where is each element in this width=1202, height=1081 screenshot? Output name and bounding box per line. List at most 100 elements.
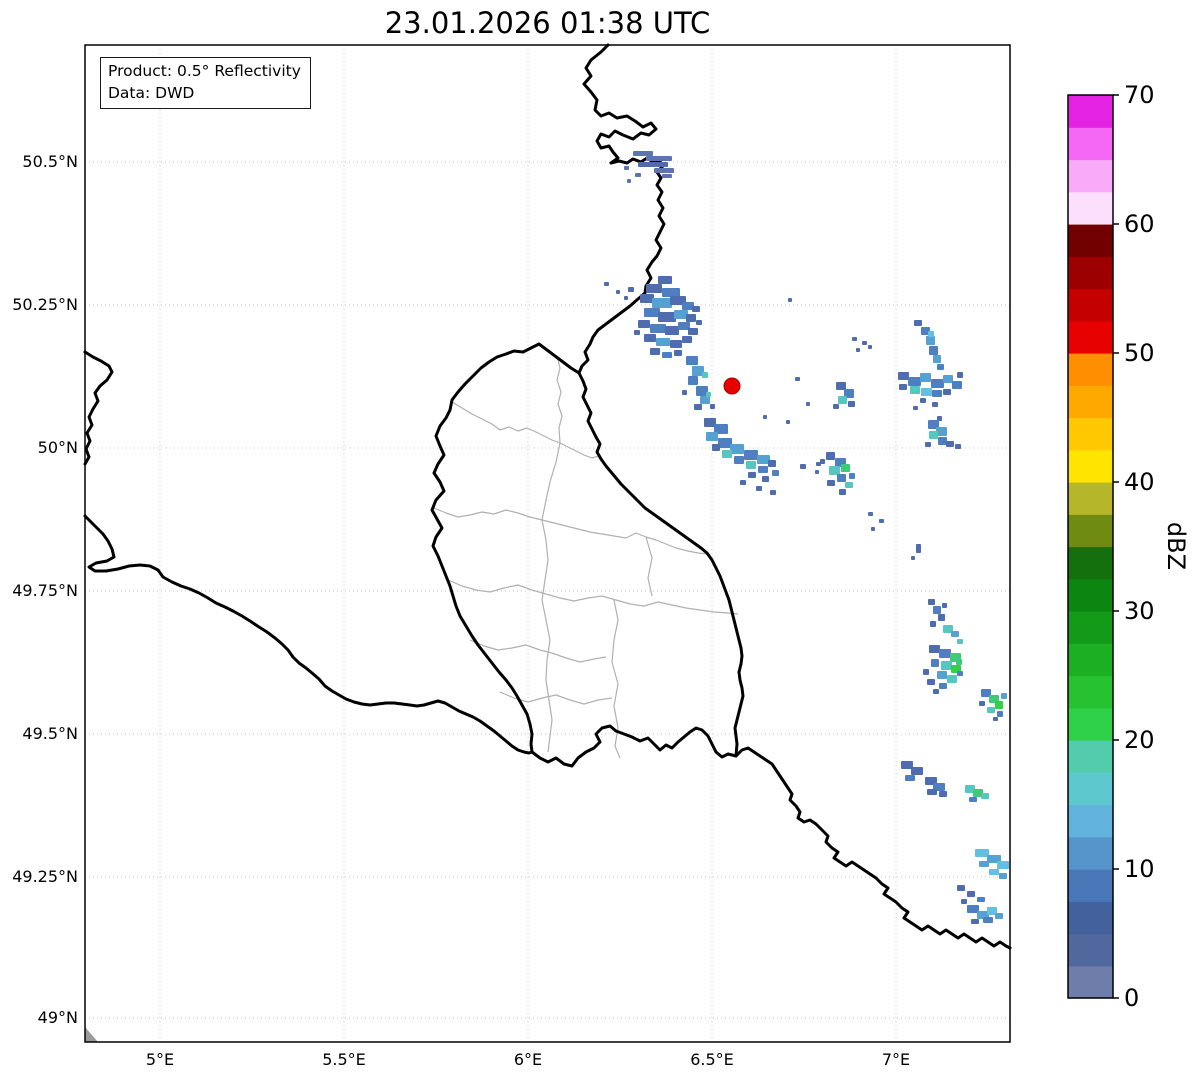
- colorbar-axis-label: dBZ: [1162, 521, 1190, 571]
- radar-echo-patch: [640, 294, 654, 303]
- x-tick-label: 7°E: [881, 1050, 911, 1069]
- radar-echo-patch: [989, 869, 999, 875]
- radar-echo-patch: [656, 338, 670, 346]
- radar-echo-patch: [628, 287, 634, 292]
- radar-echo-patch: [952, 381, 962, 389]
- radar-echo-patch: [914, 320, 922, 326]
- corner-land-patch: [85, 1027, 98, 1042]
- radar-echo-patch: [931, 659, 939, 667]
- radar-echo-patch: [856, 348, 860, 352]
- colorbar-segment: [1068, 869, 1113, 902]
- radar-echo-patch: [829, 466, 840, 475]
- radar-echo-patch: [995, 701, 1003, 709]
- radar-echo-patch: [933, 355, 941, 363]
- radar-echo-patch: [848, 401, 855, 407]
- radar-echo-patch: [718, 438, 732, 448]
- region-border-line: [551, 652, 607, 663]
- colorbar-segment: [1068, 191, 1113, 225]
- x-tick-label: 6.5°E: [690, 1050, 734, 1069]
- colorbar-segment: [1068, 578, 1113, 612]
- radar-echo-patch: [638, 162, 668, 167]
- radar-echo-patch: [662, 352, 672, 358]
- radar-echo-patch: [700, 396, 710, 404]
- radar-echo-patch: [937, 364, 944, 370]
- radar-echo-patch: [942, 603, 947, 608]
- colorbar-tick-label: 10: [1124, 855, 1155, 883]
- radar-echo-patch: [696, 320, 702, 325]
- region-border-line: [645, 536, 653, 597]
- colorbar-segment: [1068, 449, 1113, 483]
- radar-echo-patch: [983, 917, 993, 923]
- colorbar-segment: [1068, 546, 1113, 580]
- radar-echo-patch: [957, 671, 963, 676]
- country-border-line: [430, 342, 581, 754]
- radar-echo-patch: [644, 334, 656, 342]
- radar-echo-patch: [682, 390, 687, 395]
- radar-echo-patch: [686, 356, 698, 365]
- radar-echo-patch: [841, 464, 850, 472]
- radar-echo-patch: [646, 284, 662, 293]
- radar-echo-patch: [762, 476, 769, 482]
- colorbar-tick-label: 50: [1124, 339, 1155, 367]
- radar-echo-patch: [694, 404, 702, 410]
- radar-echo-patch: [979, 701, 985, 706]
- radar-echo-patch: [943, 389, 951, 395]
- region-border-line: [545, 593, 739, 615]
- radar-echo-patch: [925, 442, 931, 447]
- radar-echo-patch: [908, 377, 921, 386]
- x-tick-label: 5.5°E: [322, 1050, 366, 1069]
- radar-echo-patch: [658, 276, 672, 284]
- radar-echo-patch: [654, 168, 674, 173]
- radar-echo-patch: [928, 331, 934, 337]
- colorbar-segment: [1068, 159, 1113, 193]
- radar-echo-patch: [938, 614, 945, 621]
- radar-echo-patch: [905, 775, 915, 781]
- radar-echo-patch: [650, 348, 660, 355]
- radar-echo-patch: [927, 789, 937, 795]
- colorbar-segment: [1068, 611, 1113, 644]
- radar-figure: 23.01.2026 01:38 UTC Product: 0.5° Refle…: [0, 0, 1202, 1081]
- radar-echo-patch: [644, 308, 660, 317]
- radar-echo-patch: [712, 444, 720, 451]
- radar-echo-patch: [706, 392, 711, 397]
- radar-echo-patch: [786, 420, 790, 424]
- colorbar-segment: [1068, 901, 1113, 935]
- radar-echo-patch: [634, 330, 640, 335]
- country-border-line: [83, 350, 114, 466]
- radar-echo-patch: [995, 913, 1003, 919]
- colorbar-segment: [1068, 965, 1113, 999]
- radar-echo-patch: [939, 683, 947, 689]
- radar-echo-patch: [652, 298, 672, 308]
- radar-echo-patch: [837, 474, 846, 482]
- radar-echo-patch: [899, 384, 907, 390]
- radar-echo-patch: [943, 375, 953, 383]
- radar-echo-patch: [929, 645, 940, 653]
- radar-echo-patch: [947, 675, 957, 683]
- radar-echo-patch: [981, 793, 989, 799]
- radar-echo-patch: [911, 767, 923, 775]
- radar-echo-patch: [967, 891, 975, 897]
- radar-echo-patch: [758, 466, 768, 473]
- colorbar-segment: [1068, 256, 1113, 290]
- radar-echo-patch: [845, 482, 853, 488]
- colorbar-segment: [1068, 707, 1113, 741]
- radar-echo-patch: [746, 461, 756, 469]
- radar-echo-patch: [898, 372, 909, 380]
- radar-echo-patch: [852, 337, 857, 341]
- radar-echo-patch: [1001, 693, 1007, 699]
- radar-echo-patch: [927, 679, 935, 685]
- radar-echo-patch: [650, 324, 666, 333]
- map-frame: [84, 44, 1011, 1043]
- radar-echo-patch: [993, 717, 998, 721]
- region-border-line: [447, 579, 547, 595]
- y-tick-label: 50.25°N: [12, 295, 78, 314]
- radar-echo-patch: [827, 480, 835, 486]
- radar-echo-patch: [688, 376, 698, 385]
- colorbar-segment: [1068, 288, 1113, 322]
- radar-echo-patch: [955, 444, 961, 449]
- radar-echo-patch: [971, 919, 979, 924]
- colorbar-segment: [1068, 95, 1113, 128]
- radar-echo-patch: [788, 298, 792, 302]
- radar-echo-patch: [635, 173, 641, 177]
- region-border-line: [556, 355, 563, 444]
